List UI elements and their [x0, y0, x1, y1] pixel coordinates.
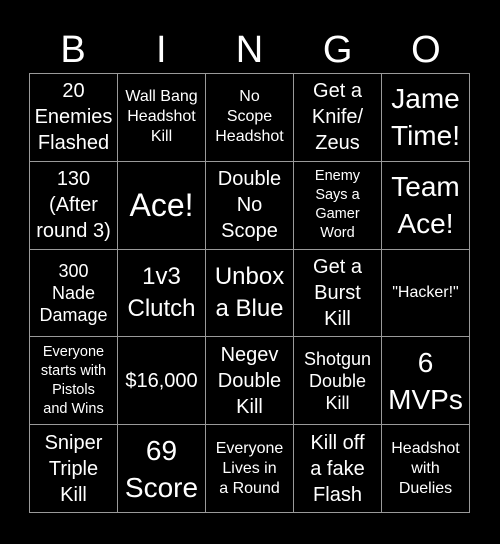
cell-text: Headshot with Duelies — [391, 439, 460, 497]
bingo-cell[interactable]: Enemy Says a Gamer Word — [294, 161, 382, 250]
header-letter-n: N — [235, 29, 264, 71]
cell-text: No Scope Headshot — [215, 88, 284, 146]
cell-text: 6 MVPs — [388, 346, 463, 415]
cell-text: Double No Scope — [217, 168, 282, 243]
cell-text: Negev Double Kill — [217, 343, 282, 418]
bingo-cell[interactable]: Team Ace! — [382, 161, 470, 250]
cell-text: Kill off a fake Flash — [310, 431, 365, 506]
cell-text: 300 Nade Damage — [39, 260, 108, 325]
cell-text: Sniper Triple Kill — [44, 431, 103, 506]
bingo-cell[interactable]: "Hacker!" — [382, 249, 470, 338]
bingo-cell[interactable]: $16,000 — [118, 337, 206, 426]
bingo-cell[interactable]: 20 Enemies Flashed — [30, 74, 118, 162]
bingo-cell[interactable]: Get a Burst Kill — [294, 249, 382, 338]
bingo-cell[interactable]: 6 MVPs — [382, 337, 470, 426]
cell-text: Everyone Lives in a Round — [215, 439, 284, 497]
cell-text: Ace! — [129, 187, 194, 224]
cell-text: "Hacker!" — [392, 283, 459, 301]
header-letter-b: B — [60, 29, 86, 71]
cell-text: Shotgun Double Kill — [303, 348, 372, 413]
bingo-cell[interactable]: 69 Score — [118, 425, 206, 513]
cell-text: Wall Bang Headshot Kill — [125, 88, 198, 146]
cell-text: 69 Score — [124, 434, 199, 503]
cell-text: Get a Knife/ Zeus — [311, 80, 364, 155]
bingo-cell[interactable]: Headshot with Duelies — [382, 425, 470, 513]
bingo-cell[interactable]: Shotgun Double Kill — [294, 337, 382, 426]
header-letter-o: O — [411, 29, 441, 71]
cell-text: Unbox a Blue — [214, 262, 285, 322]
bingo-cell[interactable]: Jame Time! — [382, 74, 470, 162]
cell-text: 1v3 Clutch — [127, 262, 196, 322]
cell-text: Enemy Says a Gamer Word — [314, 168, 361, 242]
cell-text: Jame Time! — [391, 83, 460, 152]
bingo-cell[interactable]: Sniper Triple Kill — [30, 425, 118, 513]
cell-text: 20 Enemies Flashed — [34, 80, 113, 155]
cell-text: $16,000 — [125, 369, 198, 392]
bingo-cell[interactable]: Wall Bang Headshot Kill — [118, 74, 206, 162]
bingo-cell[interactable]: 130 (After round 3) — [30, 161, 118, 250]
bingo-cell[interactable]: Everyone starts with Pistols and Wins — [30, 337, 118, 426]
bingo-header: B I N G O — [29, 28, 470, 72]
cell-text: Everyone starts with Pistols and Wins — [40, 343, 107, 417]
bingo-cell[interactable]: Get a Knife/ Zeus — [294, 74, 382, 162]
bingo-cell[interactable]: Ace! — [118, 161, 206, 250]
bingo-cell[interactable]: Double No Scope — [206, 161, 294, 250]
bingo-cell[interactable]: Everyone Lives in a Round — [206, 425, 294, 513]
bingo-cell[interactable]: Unbox a Blue — [206, 249, 294, 338]
cell-text: Get a Burst Kill — [313, 255, 362, 330]
bingo-cell[interactable]: 1v3 Clutch — [118, 249, 206, 338]
bingo-cell[interactable]: No Scope Headshot — [206, 74, 294, 162]
header-letter-i: I — [156, 29, 167, 71]
bingo-cell[interactable]: Kill off a fake Flash — [294, 425, 382, 513]
cell-text: Team Ace! — [391, 171, 460, 240]
header-letter-g: G — [322, 29, 353, 71]
bingo-cell[interactable]: 300 Nade Damage — [30, 249, 118, 338]
cell-text: 130 (After round 3) — [36, 168, 111, 243]
bingo-cell[interactable]: Negev Double Kill — [206, 337, 294, 426]
bingo-grid: 20 Enemies Flashed Wall Bang Headshot Ki… — [29, 73, 470, 513]
